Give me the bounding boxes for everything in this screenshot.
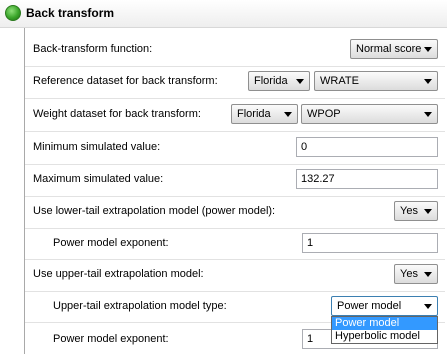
max-simulated-input[interactable]: 132.27 bbox=[296, 169, 438, 189]
upper-power-exponent-label: Power model exponent: bbox=[53, 333, 169, 345]
upper-tail-select[interactable]: Yes bbox=[394, 264, 438, 284]
chevron-down-icon bbox=[424, 112, 432, 117]
chevron-down-icon bbox=[296, 79, 304, 84]
dropdown-option-hyperbolic-model[interactable]: Hyperbolic model bbox=[332, 330, 437, 343]
row-divider bbox=[25, 259, 445, 260]
lower-tail-select[interactable]: Yes bbox=[394, 201, 438, 221]
chevron-down-icon bbox=[284, 112, 292, 117]
row-divider bbox=[25, 164, 445, 165]
row-divider bbox=[25, 131, 445, 132]
backtransform-function-select[interactable]: Normal score bbox=[350, 39, 438, 59]
row-divider bbox=[25, 228, 445, 229]
chevron-down-icon bbox=[424, 47, 432, 52]
section-title: Back transform bbox=[26, 6, 115, 20]
weight-dataset-value: Florida bbox=[237, 108, 271, 120]
reference-dataset-label: Reference dataset for back transform: bbox=[33, 75, 218, 87]
chevron-down-icon bbox=[424, 272, 432, 277]
upper-model-type-select[interactable]: Power model bbox=[331, 296, 438, 316]
lower-power-exponent-input[interactable]: 1 bbox=[302, 233, 438, 253]
row-divider bbox=[25, 196, 445, 197]
chevron-down-icon bbox=[424, 304, 432, 309]
model-type-dropdown-list: Power model Hyperbolic model bbox=[331, 316, 438, 344]
dropdown-option-power-model[interactable]: Power model bbox=[332, 317, 437, 330]
row-divider bbox=[25, 66, 445, 67]
row-divider bbox=[25, 98, 445, 99]
reference-dataset-select[interactable]: Florida bbox=[248, 71, 310, 91]
min-simulated-input[interactable]: 0 bbox=[296, 137, 438, 157]
backtransform-function-value: Normal score bbox=[356, 43, 422, 55]
row-divider bbox=[25, 291, 445, 292]
backtransform-function-label: Back-transform function: bbox=[33, 43, 153, 55]
lower-tail-label: Use lower-tail extrapolation model (powe… bbox=[33, 205, 276, 217]
reference-dataset-value: Florida bbox=[254, 75, 288, 87]
weight-dataset-select[interactable]: Florida bbox=[231, 104, 298, 124]
chevron-down-icon bbox=[424, 209, 432, 214]
lower-tail-value: Yes bbox=[400, 205, 418, 217]
reference-field-select[interactable]: WRATE bbox=[314, 71, 438, 91]
section-header[interactable]: Back transform bbox=[0, 0, 447, 28]
min-simulated-label: Minimum simulated value: bbox=[33, 141, 161, 153]
lower-power-exponent-label: Power model exponent: bbox=[53, 237, 169, 249]
weight-field-value: WPOP bbox=[307, 108, 341, 120]
chevron-down-icon bbox=[424, 79, 432, 84]
upper-tail-value: Yes bbox=[400, 268, 418, 280]
green-bullet-icon bbox=[5, 5, 21, 21]
upper-tail-label: Use upper-tail extrapolation model: bbox=[33, 268, 204, 280]
reference-field-value: WRATE bbox=[320, 75, 359, 87]
upper-model-type-label: Upper-tail extrapolation model type: bbox=[53, 300, 227, 312]
weight-field-select[interactable]: WPOP bbox=[301, 104, 438, 124]
upper-model-type-value: Power model bbox=[337, 300, 402, 312]
weight-dataset-label: Weight dataset for back transform: bbox=[33, 108, 201, 120]
max-simulated-label: Maximum simulated value: bbox=[33, 173, 164, 185]
